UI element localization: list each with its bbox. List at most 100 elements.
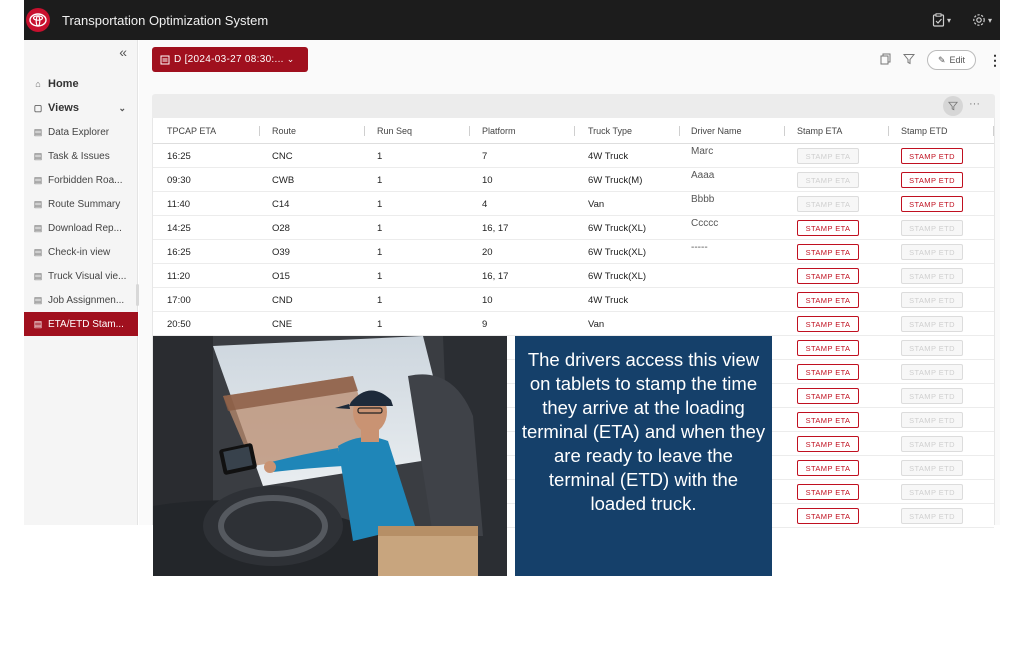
stamp-etd-button[interactable]: STAMP ETD [901, 364, 963, 380]
copy-icon[interactable] [880, 53, 891, 68]
stamp-etd-button[interactable]: STAMP ETD [901, 172, 963, 188]
stamp-etd-button[interactable]: STAMP ETD [901, 436, 963, 452]
view-selector[interactable]: D [2024-03-27 08:30:... ⌄ [152, 47, 308, 72]
table-row[interactable]: 17:00 CND 1 10 4W Truck STAMP ETA STAMP ETD [153, 288, 994, 312]
clipboard-check-icon[interactable]: ▾ [932, 10, 954, 30]
filter-icon[interactable] [902, 53, 915, 68]
cell-seq: 1 [377, 222, 383, 234]
stamp-etd-button[interactable]: STAMP ETD [901, 508, 963, 524]
column-header[interactable]: Stamp ETD [901, 118, 948, 144]
column-header[interactable]: Stamp ETA [797, 118, 842, 144]
more-options-icon[interactable]: ⋮ [988, 52, 1002, 69]
stamp-eta-button[interactable]: STAMP ETA [797, 508, 859, 524]
top-bar: Transportation Optimization System ▾ ▾ [24, 0, 1000, 40]
column-header[interactable]: Route [272, 118, 296, 144]
sidebar-item-truck-visual-view[interactable]: ▤ Truck Visual vie... [24, 264, 138, 288]
stamp-eta-button[interactable]: STAMP ETA [797, 244, 859, 260]
stamp-eta-button[interactable]: STAMP ETA [797, 412, 859, 428]
cell-seq: 1 [377, 318, 383, 330]
stamp-eta-button[interactable]: STAMP ETA [797, 268, 859, 284]
cell-platform: 10 [482, 294, 493, 306]
gear-icon[interactable]: ▾ [972, 10, 994, 30]
stamp-etd-button[interactable]: STAMP ETD [901, 388, 963, 404]
table-row[interactable]: 16:25 O39 1 20 6W Truck(XL) ----- STAMP ETA STA… [153, 240, 994, 264]
sidebar-item-job-assignment[interactable]: ▤ Job Assignmen... [24, 288, 138, 312]
column-header[interactable]: Truck Type [588, 118, 632, 144]
sidebar-item-download-report[interactable]: ▤ Download Rep... [24, 216, 138, 240]
app-title: Transportation Optimization System [62, 12, 269, 28]
stamp-etd-button[interactable]: STAMP ETD [901, 148, 963, 164]
column-divider[interactable] [993, 126, 994, 136]
cell-route: O28 [272, 222, 290, 234]
stamp-eta-button[interactable]: STAMP ETA [797, 364, 859, 380]
stamp-eta-button[interactable]: STAMP ETA [797, 292, 859, 308]
callout-text: The drivers access this view on tablets … [521, 349, 766, 514]
stamp-etd-button[interactable]: STAMP ETD [901, 268, 963, 284]
stamp-etd-button[interactable]: STAMP ETD [901, 316, 963, 332]
sidebar-item-forbidden-road[interactable]: ▤ Forbidden Roa... [24, 168, 138, 192]
column-divider[interactable] [469, 126, 470, 136]
stamp-eta-button[interactable]: STAMP ETA [797, 172, 859, 188]
column-divider[interactable] [784, 126, 785, 136]
sidebar-item-eta-etd-stamp[interactable]: ▤ ETA/ETD Stam... [24, 312, 138, 336]
table-row[interactable]: 11:20 O15 1 16, 17 6W Truck(XL) STAMP ETA STAM… [153, 264, 994, 288]
stamp-etd-button[interactable]: STAMP ETD [901, 244, 963, 260]
column-divider[interactable] [679, 126, 680, 136]
table-row[interactable]: 09:30 CWB 1 10 6W Truck(M) Aaaa STAMP ETA STAMP… [153, 168, 994, 192]
chevron-down-icon: ⌄ [118, 102, 126, 113]
sidebar-item-check-in-view[interactable]: ▤ Check-in view [24, 240, 138, 264]
chevron-down-icon: ⌄ [286, 54, 295, 64]
stamp-eta-button[interactable]: STAMP ETA [797, 388, 859, 404]
cell-platform: 16, 17 [482, 270, 509, 282]
view-icon: ▤ [33, 246, 43, 257]
toyota-logo-icon[interactable] [26, 8, 50, 32]
cell-route: O39 [272, 246, 290, 258]
sidebar-item-home[interactable]: ⌂ Home [24, 72, 138, 96]
cell-platform: 9 [482, 318, 488, 330]
stamp-eta-button[interactable]: STAMP ETA [797, 316, 859, 332]
cell-platform: 7 [482, 150, 488, 162]
table-row[interactable]: 11:40 C14 1 4 Van Bbbb STAMP ETA STAMP ETD [153, 192, 994, 216]
stamp-etd-button[interactable]: STAMP ETD [901, 196, 963, 212]
stamp-eta-button[interactable]: STAMP ETA [797, 484, 859, 500]
sidebar-item-route-summary[interactable]: ▤ Route Summary [24, 192, 138, 216]
column-header[interactable]: Run Seq [377, 118, 412, 144]
stamp-eta-button[interactable]: STAMP ETA [797, 436, 859, 452]
toolbar-right: ✎ Edit ⋮ [880, 50, 1002, 70]
stamp-etd-button[interactable]: STAMP ETD [901, 292, 963, 308]
table-row[interactable]: 20:50 CNE 1 9 Van STAMP ETA STAMP ETD [153, 312, 994, 336]
stamp-eta-button[interactable]: STAMP ETA [797, 196, 859, 212]
stamp-etd-button[interactable]: STAMP ETD [901, 220, 963, 236]
cell-truck: 6W Truck(XL) [588, 270, 647, 282]
sidebar-item-data-explorer[interactable]: ▤ Data Explorer [24, 120, 138, 144]
file-icon: ▢ [33, 102, 43, 113]
stamp-etd-button[interactable]: STAMP ETD [901, 484, 963, 500]
sidebar-item-label: Home [48, 78, 79, 90]
edit-button[interactable]: ✎ Edit [926, 50, 976, 70]
stamp-eta-button[interactable]: STAMP ETA [797, 148, 859, 164]
stamp-etd-button[interactable]: STAMP ETD [901, 460, 963, 476]
cell-eta: 11:40 [167, 198, 191, 210]
stamp-etd-button[interactable]: STAMP ETD [901, 340, 963, 356]
grid-filter-icon[interactable] [943, 96, 963, 116]
chevron-down-icon: ▾ [947, 15, 952, 25]
column-divider[interactable] [574, 126, 575, 136]
column-divider[interactable] [888, 126, 889, 136]
table-row[interactable]: 16:25 CNC 1 7 4W Truck Marc STAMP ETA STAMP ETD [153, 144, 994, 168]
column-header[interactable]: TPCAP ETA [167, 118, 216, 144]
column-header[interactable]: Platform [482, 118, 516, 144]
cell-platform: 10 [482, 174, 493, 186]
sidebar-item-label: Truck Visual vie... [48, 270, 127, 282]
grid-more-icon[interactable]: ··· [969, 98, 980, 110]
stamp-eta-button[interactable]: STAMP ETA [797, 340, 859, 356]
collapse-sidebar-icon[interactable]: « [119, 44, 127, 60]
sidebar-item-views[interactable]: ▢ Views ⌄ [24, 96, 138, 120]
stamp-etd-button[interactable]: STAMP ETD [901, 412, 963, 428]
stamp-eta-button[interactable]: STAMP ETA [797, 460, 859, 476]
column-divider[interactable] [259, 126, 260, 136]
table-row[interactable]: 14:25 O28 1 16, 17 6W Truck(XL) Ccccc STAMP ET… [153, 216, 994, 240]
column-divider[interactable] [364, 126, 365, 136]
sidebar-item-task-issues[interactable]: ▤ Task & Issues [24, 144, 138, 168]
stamp-eta-button[interactable]: STAMP ETA [797, 220, 859, 236]
sidebar-item-label: Check-in view [48, 246, 111, 258]
